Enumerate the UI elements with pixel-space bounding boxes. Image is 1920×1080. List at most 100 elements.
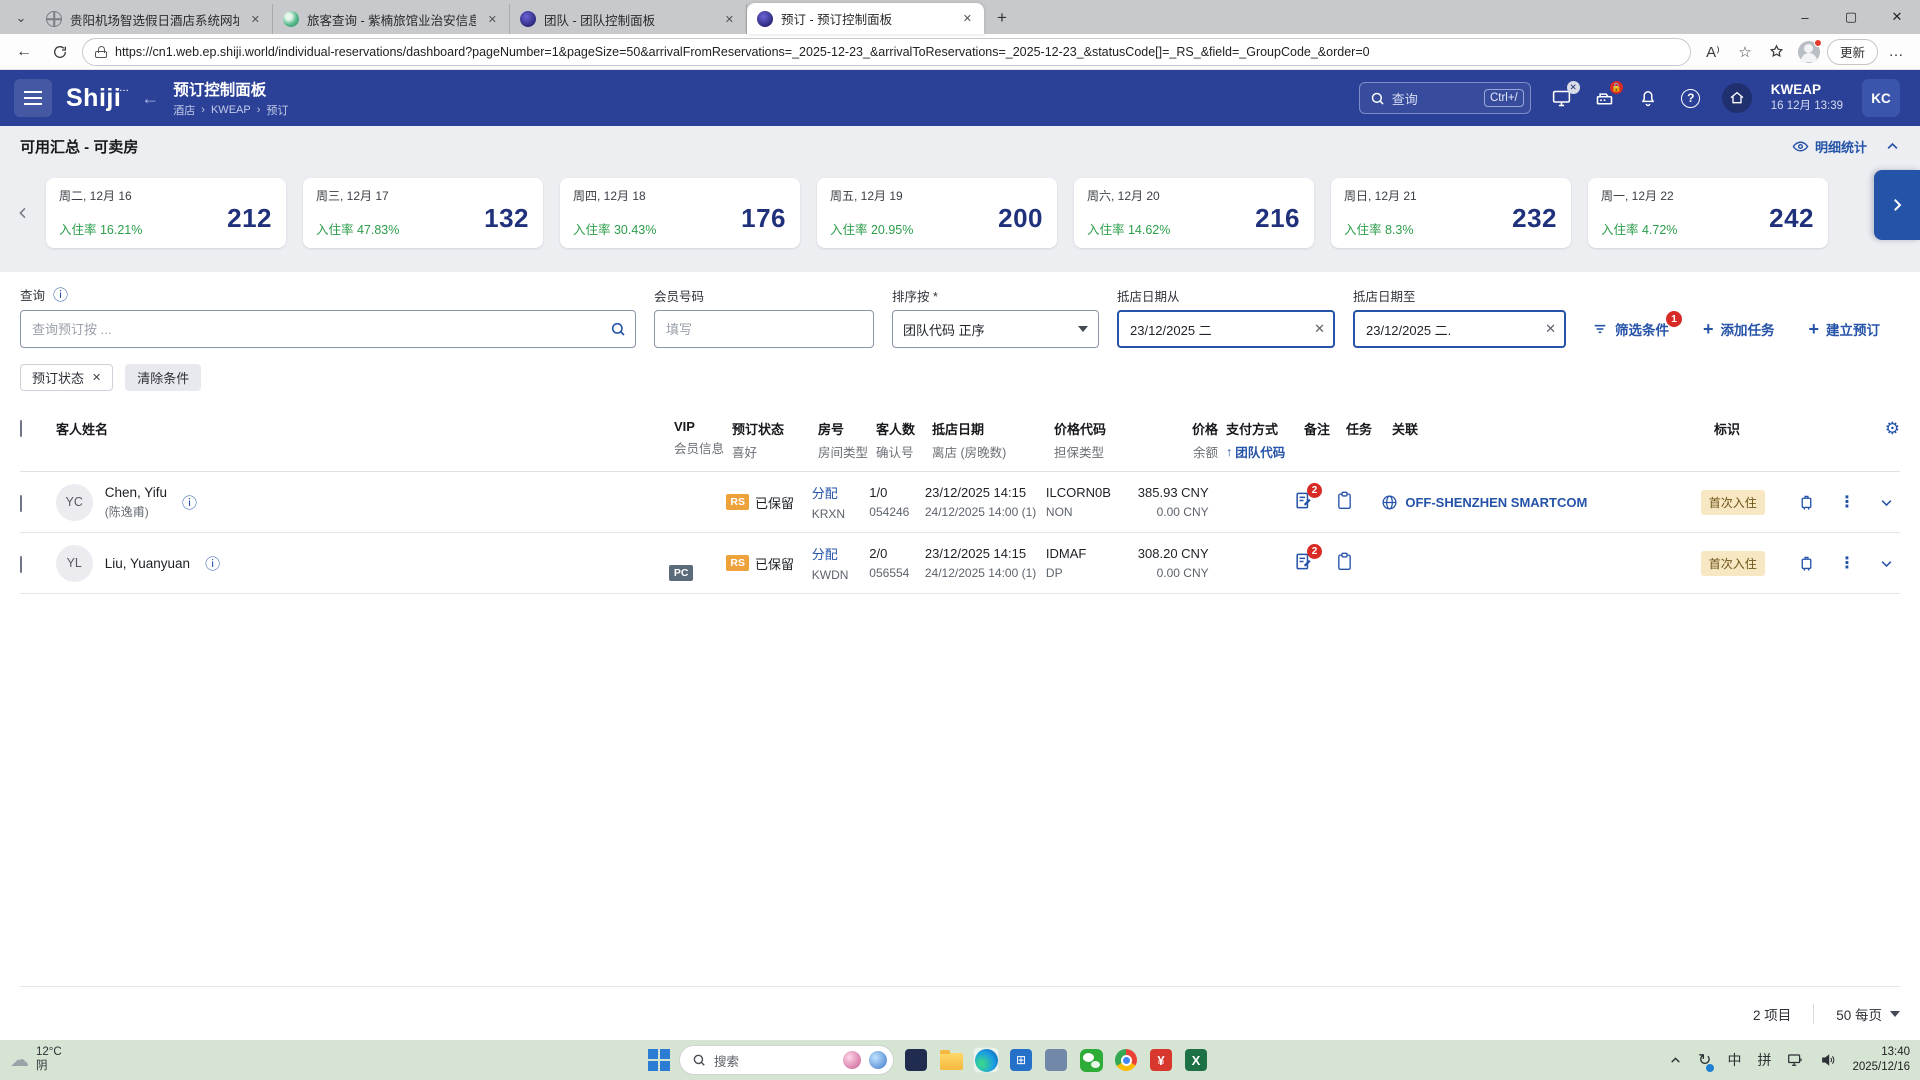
select-all-checkbox[interactable]: [20, 420, 22, 437]
col-vip[interactable]: VIP: [674, 419, 732, 434]
property-info[interactable]: KWEAP 16 12月 13:39: [1771, 82, 1843, 113]
refresh-icon[interactable]: [46, 38, 74, 66]
window-close-button[interactable]: ✕: [1874, 0, 1920, 34]
col-rate-code[interactable]: 价格代码: [1054, 419, 1136, 438]
col-remarks[interactable]: 备注: [1304, 419, 1346, 438]
reservation-row[interactable]: YC Chen, Yifu (陈逸甫) ⓘ RS 已保留 分配 KRXN: [20, 472, 1900, 533]
tab-close-icon[interactable]: ✕: [959, 10, 976, 27]
col-arrival[interactable]: 抵店日期: [932, 419, 1054, 438]
detail-stats-link[interactable]: 明细统计: [1792, 137, 1867, 156]
luggage-icon[interactable]: [1798, 493, 1815, 512]
browser-tab-1[interactable]: 贵阳机场智选假日酒店系统网址导 ✕: [36, 4, 273, 34]
row-checkbox[interactable]: [20, 556, 22, 573]
edge-browser-icon[interactable]: [973, 1047, 999, 1073]
browser-menu-icon[interactable]: …: [1882, 38, 1910, 66]
taskbar-app-icon[interactable]: [903, 1047, 929, 1073]
availability-card[interactable]: 周三, 12月 17 入住率 47.83% 132: [303, 178, 543, 248]
filter-conditions-button[interactable]: 筛选条件 1: [1592, 310, 1669, 348]
remarks-icon[interactable]: 2: [1294, 552, 1313, 571]
status-filter-chip[interactable]: 预订状态 ✕: [20, 364, 113, 391]
availability-card[interactable]: 周一, 12月 22 入住率 4.72% 242: [1588, 178, 1828, 248]
back-icon[interactable]: ←: [10, 38, 38, 66]
col-tags[interactable]: 标识: [1714, 419, 1812, 438]
remarks-icon[interactable]: 2: [1294, 491, 1313, 510]
col-payment[interactable]: 支付方式: [1226, 419, 1304, 438]
wechat-icon[interactable]: [1078, 1047, 1104, 1073]
query-input[interactable]: [20, 310, 636, 348]
address-bar[interactable]: https://cn1.web.ep.shiji.world/individua…: [82, 38, 1691, 66]
chrome-icon[interactable]: [1113, 1047, 1139, 1073]
guest-info-icon[interactable]: ⓘ: [182, 492, 197, 513]
availability-card[interactable]: 周四, 12月 18 入住率 30.43% 176: [560, 178, 800, 248]
taskbar-app-icon[interactable]: ¥: [1148, 1047, 1174, 1073]
col-guest-name[interactable]: 客人姓名: [56, 419, 674, 438]
col-guests[interactable]: 客人数: [876, 419, 932, 438]
terminal-status-icon[interactable]: ✕: [1550, 86, 1574, 110]
col-price[interactable]: 价格: [1136, 419, 1218, 438]
search-icon[interactable]: [610, 321, 626, 337]
file-explorer-icon[interactable]: [938, 1047, 964, 1073]
breadcrumb-property[interactable]: KWEAP: [211, 104, 251, 116]
hamburger-menu-icon[interactable]: [14, 79, 52, 117]
add-task-button[interactable]: + 添加任务: [1703, 310, 1775, 348]
availability-card[interactable]: 周二, 12月 16 入住率 16.21% 212: [46, 178, 286, 248]
create-reservation-button[interactable]: + 建立预订: [1809, 310, 1881, 348]
guest-info-icon[interactable]: ⓘ: [205, 553, 220, 574]
page-size-select[interactable]: 50 每页: [1814, 1004, 1900, 1024]
taskbar-search-input[interactable]: 搜索: [679, 1045, 894, 1075]
task-clipboard-icon[interactable]: [1336, 491, 1353, 510]
favorite-star-icon[interactable]: ☆: [1731, 38, 1759, 66]
carousel-left-icon[interactable]: [0, 205, 46, 221]
cashier-icon[interactable]: 🔒: [1593, 86, 1617, 110]
sort-by-group-code[interactable]: ↑ 团队代码: [1226, 442, 1304, 461]
microsoft-store-icon[interactable]: ⊞: [1008, 1047, 1034, 1073]
availability-card[interactable]: 周日, 12月 21 入住率 8.3% 232: [1331, 178, 1571, 248]
home-icon[interactable]: [1722, 83, 1752, 113]
new-tab-button[interactable]: +: [988, 4, 1016, 32]
assign-room-link[interactable]: 分配: [812, 486, 838, 501]
info-icon[interactable]: ⓘ: [53, 284, 68, 305]
tab-list-icon[interactable]: ⌄: [6, 4, 36, 32]
ime-language-icon[interactable]: 中: [1727, 1050, 1741, 1070]
clear-icon[interactable]: ✕: [1314, 321, 1325, 337]
sort-select[interactable]: 团队代码 正序: [892, 310, 1099, 348]
col-tasks[interactable]: 任务: [1346, 419, 1392, 438]
tab-close-icon[interactable]: ✕: [484, 11, 501, 28]
browser-tab-3[interactable]: 团队 - 团队控制面板 ✕: [510, 4, 747, 34]
availability-card[interactable]: 周五, 12月 19 入住率 20.95% 200: [817, 178, 1057, 248]
arrival-from-input[interactable]: [1117, 310, 1335, 348]
taskbar-app-icon[interactable]: [1043, 1047, 1069, 1073]
window-minimize-button[interactable]: –: [1782, 0, 1828, 34]
ime-pinyin-icon[interactable]: 拼: [1757, 1050, 1771, 1070]
tray-expand-icon[interactable]: [1669, 1054, 1682, 1067]
remove-chip-icon[interactable]: ✕: [92, 371, 101, 384]
browser-tab-2[interactable]: 旅客查询 - 紫楠旅馆业治安信息管 ✕: [273, 4, 510, 34]
volume-icon[interactable]: [1820, 1052, 1836, 1068]
breadcrumb-hotel[interactable]: 酒店: [173, 102, 195, 118]
tab-close-icon[interactable]: ✕: [721, 11, 738, 28]
clear-icon[interactable]: ✕: [1545, 321, 1556, 337]
arrival-to-input[interactable]: [1353, 310, 1566, 348]
window-maximize-button[interactable]: ▢: [1828, 0, 1874, 34]
start-button-icon[interactable]: [648, 1049, 670, 1071]
expand-row-chevron-icon[interactable]: [1879, 495, 1894, 510]
luggage-icon[interactable]: [1798, 554, 1815, 573]
taskbar-clock[interactable]: 13:40 2025/12/16: [1852, 1045, 1910, 1075]
guest-name[interactable]: Liu, Yuanyuan: [105, 556, 190, 571]
notifications-bell-icon[interactable]: [1636, 86, 1660, 110]
reservation-row[interactable]: YL Liu, Yuanyuan ⓘ PC RS 已保留 分配 KWDN 2/0…: [20, 533, 1900, 594]
row-menu-kebab-icon[interactable]: ⋮: [1839, 492, 1855, 512]
row-menu-kebab-icon[interactable]: ⋮: [1839, 553, 1855, 573]
clear-filters-chip[interactable]: 清除条件: [125, 364, 201, 391]
user-avatar[interactable]: KC: [1862, 79, 1900, 117]
favorites-bar-icon[interactable]: [1763, 38, 1791, 66]
assign-room-link[interactable]: 分配: [812, 547, 838, 562]
expand-row-chevron-icon[interactable]: [1879, 556, 1894, 571]
col-status[interactable]: 预订状态: [732, 419, 818, 438]
excel-icon[interactable]: X: [1183, 1047, 1209, 1073]
collapse-section-icon[interactable]: [1885, 139, 1900, 154]
guest-name[interactable]: Chen, Yifu: [105, 485, 167, 500]
read-aloud-icon[interactable]: A⁾: [1699, 38, 1727, 66]
tab-close-icon[interactable]: ✕: [247, 11, 264, 28]
col-links[interactable]: 关联: [1392, 419, 1714, 438]
